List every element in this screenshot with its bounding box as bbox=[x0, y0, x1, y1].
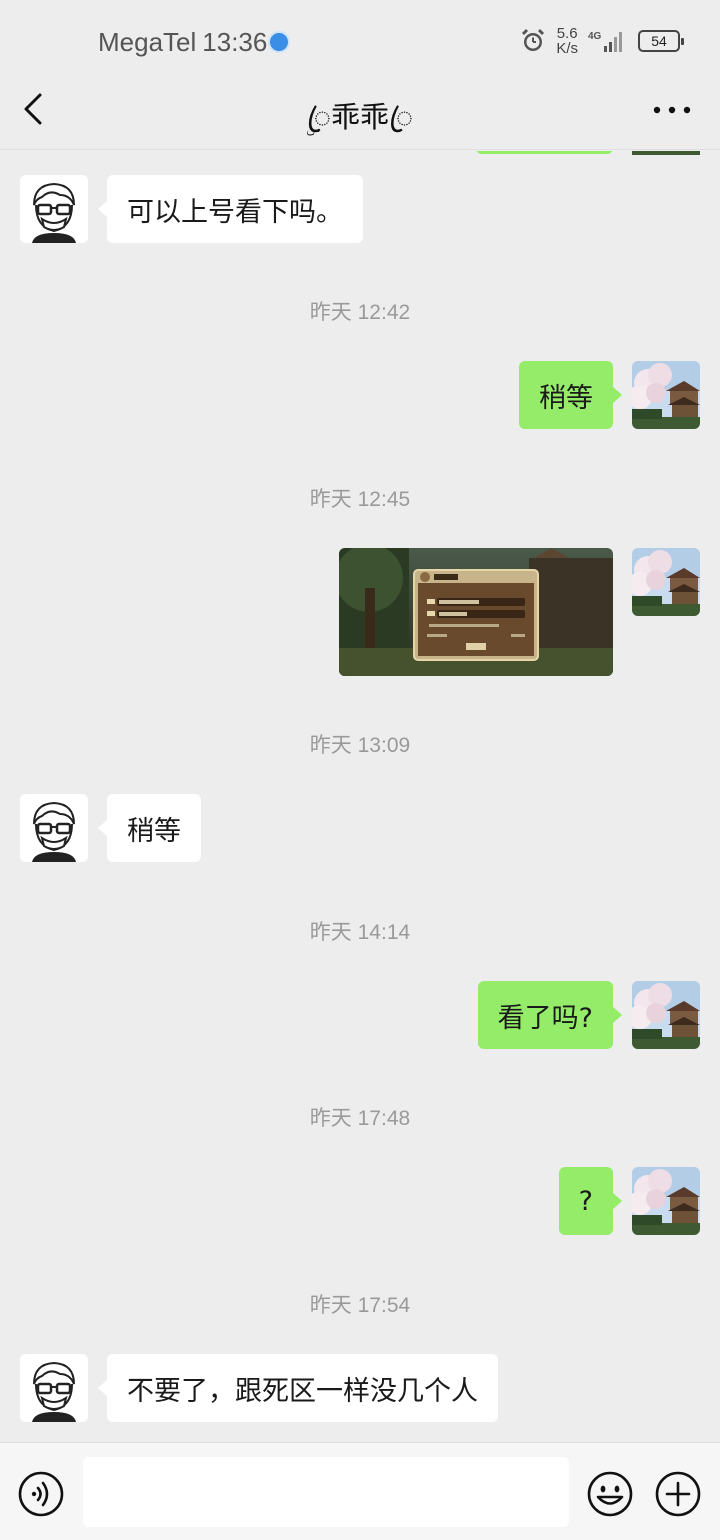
message-bubble-outgoing[interactable]: 稍等 bbox=[519, 361, 622, 429]
game-login-screenshot bbox=[339, 548, 613, 676]
emoji-icon[interactable] bbox=[586, 1470, 634, 1518]
message-text: 可以上号看下吗。 bbox=[127, 196, 343, 228]
my-avatar[interactable] bbox=[632, 981, 700, 1049]
chat-title: ۣꦿ乖乖ꦿ bbox=[306, 100, 414, 134]
carrier-name: MegaTel bbox=[98, 27, 197, 57]
network-speed: 5.6 K/s bbox=[556, 26, 578, 56]
chat-input-bar bbox=[0, 1442, 720, 1540]
signal-4g-icon: 4G bbox=[588, 31, 622, 52]
image-message[interactable] bbox=[339, 548, 613, 676]
my-avatar[interactable] bbox=[632, 361, 700, 429]
carrier-and-time: MegaTel 13:36 bbox=[98, 27, 267, 58]
network-type-label: 4G bbox=[588, 31, 602, 42]
message-bubble-incoming[interactable]: 稍等 bbox=[98, 794, 201, 862]
contact-avatar[interactable] bbox=[20, 1354, 88, 1422]
net-speed-unit: K/s bbox=[556, 40, 578, 57]
message-timestamp: 昨天 12:42 bbox=[309, 301, 411, 324]
message-text: 稍等 bbox=[127, 815, 181, 847]
message-timestamp: 昨天 14:14 bbox=[309, 921, 411, 944]
message-text: 不要了，跟死区一样没几个人 bbox=[127, 1375, 478, 1407]
plus-icon[interactable] bbox=[654, 1470, 702, 1518]
more-dots-icon[interactable] bbox=[652, 100, 692, 120]
message-list[interactable]: 可以上号看下吗。 昨天 12:42 稍等 昨天 12:45 昨天 13:09 稍… bbox=[0, 151, 720, 1442]
message-bubble-outgoing[interactable]: 看了吗? bbox=[477, 981, 623, 1049]
message-timestamp: 昨天 12:45 bbox=[309, 488, 411, 511]
battery-level: 54 bbox=[651, 33, 667, 49]
message-bubble-incoming[interactable]: 不要了，跟死区一样没几个人 bbox=[98, 1354, 498, 1422]
message-text: 看了吗? bbox=[497, 1002, 593, 1034]
clock-time: 13:36 bbox=[202, 27, 268, 57]
contact-avatar[interactable] bbox=[20, 794, 88, 862]
message-timestamp: 昨天 17:54 bbox=[309, 1294, 411, 1317]
status-indicators: 5.6 K/s 4G 54 bbox=[520, 24, 684, 58]
alarm-clock-icon bbox=[522, 28, 545, 51]
message-bubble-incoming[interactable]: 可以上号看下吗。 bbox=[98, 175, 363, 243]
chat-header: ۣꦿ乖乖ꦿ bbox=[0, 84, 720, 150]
message-timestamp: 昨天 13:09 bbox=[309, 734, 411, 757]
message-text: ? bbox=[578, 1185, 593, 1217]
message-input[interactable] bbox=[83, 1457, 569, 1527]
hd-voice-icon bbox=[268, 31, 290, 53]
message-bubble-outgoing[interactable]: ? bbox=[558, 1167, 623, 1235]
message-text: 稍等 bbox=[539, 382, 593, 414]
voice-icon[interactable] bbox=[17, 1470, 65, 1518]
battery-icon: 54 bbox=[638, 30, 684, 52]
my-avatar[interactable] bbox=[632, 1167, 700, 1235]
net-speed-value: 5.6 bbox=[556, 25, 578, 42]
my-avatar[interactable] bbox=[632, 548, 700, 616]
contact-avatar[interactable] bbox=[20, 175, 88, 243]
message-timestamp: 昨天 17:48 bbox=[309, 1107, 411, 1130]
status-bar: MegaTel 13:36 5.6 K/s 4G 54 bbox=[0, 0, 720, 84]
